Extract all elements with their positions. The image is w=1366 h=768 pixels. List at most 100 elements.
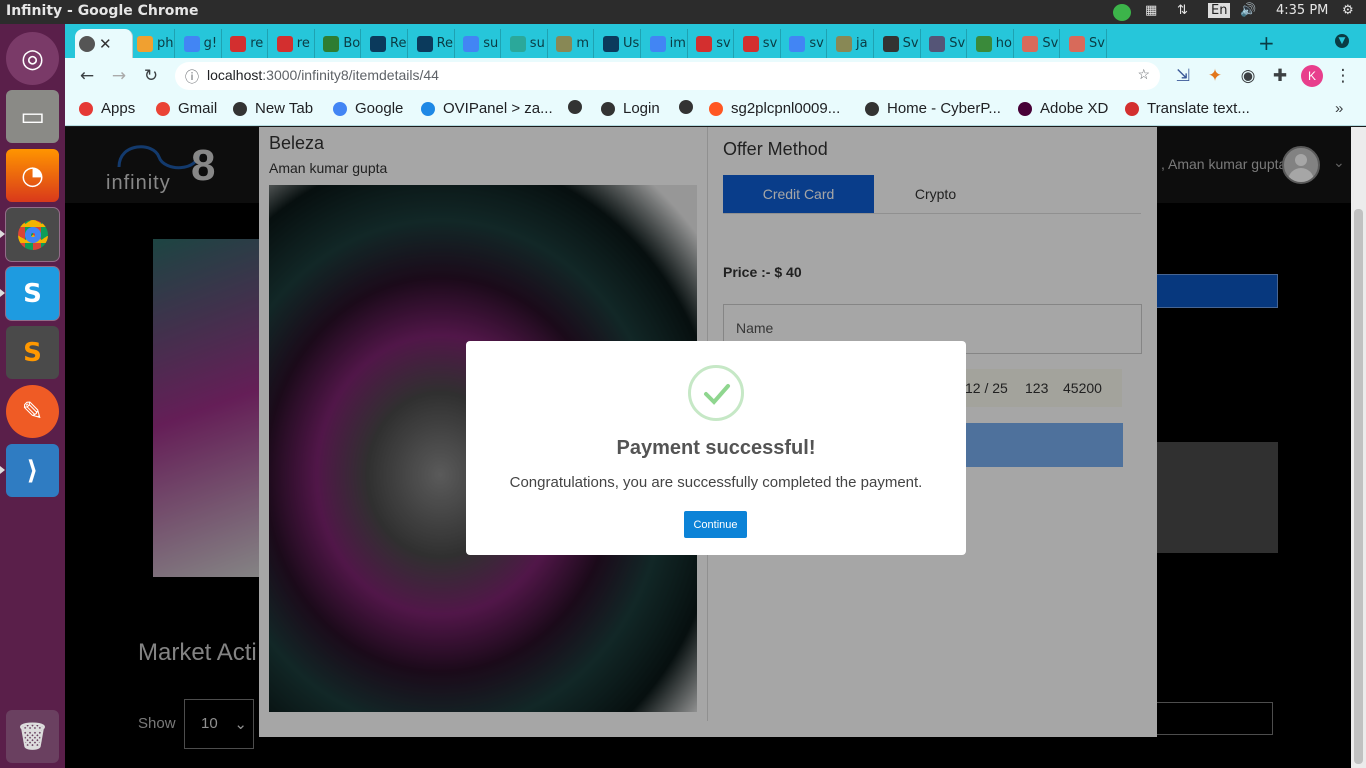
bookmark-item[interactable]: New Tab <box>233 100 313 117</box>
continue-button[interactable]: Continue <box>684 511 747 538</box>
volume-icon[interactable]: 🔊 <box>1240 3 1256 18</box>
browser-tab[interactable]: ja <box>832 29 874 58</box>
reload-icon[interactable]: ↻ <box>141 66 161 86</box>
site-info-icon[interactable]: ⓘ <box>185 67 199 87</box>
chrome-icon[interactable] <box>6 208 59 261</box>
pma-icon <box>137 35 153 52</box>
bookmark-favicon-icon <box>79 101 93 116</box>
browser-tab[interactable]: Re <box>413 29 455 58</box>
tab-search-chevron-icon[interactable]: ▼ <box>1335 34 1349 48</box>
bookmark-label: Adobe XD <box>1040 100 1109 117</box>
bookmarks-overflow-icon[interactable]: » <box>1335 100 1343 117</box>
browser-tab[interactable]: ph <box>133 29 175 58</box>
browser-tab[interactable]: Re <box>366 29 408 58</box>
keyboard-lang-indicator[interactable]: En <box>1208 3 1231 18</box>
tab-label: Sv <box>902 36 919 51</box>
tab-infinity-active[interactable]: ✕ <box>75 29 133 58</box>
tab-label: Us <box>623 36 640 51</box>
tab-label: g! <box>203 36 218 51</box>
tab-label: sv <box>716 36 731 51</box>
ubuntu-dash-icon[interactable]: ◎ <box>6 32 59 85</box>
browser-tab[interactable]: im <box>646 29 688 58</box>
bookmark-item[interactable]: Translate text... <box>1125 100 1250 117</box>
bookmark-item[interactable]: Home - CyberP... <box>865 100 1001 117</box>
bookmark-item[interactable]: OVIPanel > za... <box>421 100 553 117</box>
system-top-panel: Infinity - Google Chrome ▦ ⇅ En 🔊 4:35 P… <box>0 0 1366 24</box>
bookmark-favicon-icon <box>1018 101 1032 116</box>
bookmark-favicon-icon <box>709 101 723 116</box>
browser-tab[interactable]: Sv <box>1065 29 1107 58</box>
browser-tab[interactable]: su <box>506 29 548 58</box>
metamask-icon[interactable]: ✦ <box>1205 66 1225 86</box>
n-icon <box>230 35 247 52</box>
extension-arrow-icon[interactable]: ⇲ <box>1173 66 1193 86</box>
tab-label: Sv <box>1089 36 1105 51</box>
browser-tab[interactable]: sv <box>692 29 735 58</box>
chrome-menu-icon[interactable]: ⋮ <box>1333 66 1353 86</box>
bookmark-item[interactable]: Adobe XD <box>1018 100 1108 117</box>
profile-avatar[interactable]: K <box>1301 65 1323 87</box>
window-title: Infinity - Google Chrome <box>6 3 199 19</box>
bookmark-item[interactable] <box>679 100 701 114</box>
new-tab-button[interactable]: + <box>1258 31 1275 55</box>
browser-tab[interactable]: su <box>459 29 502 58</box>
swirl-icon <box>1069 35 1085 52</box>
url-path: :3000/infinity8/itemdetails/44 <box>262 67 439 83</box>
browser-tab[interactable]: sv <box>739 29 781 58</box>
file-manager-icon[interactable]: ▭ <box>6 90 59 143</box>
m-icon <box>556 35 573 52</box>
address-bar[interactable]: ⓘ localhost:3000/infinity8/itemdetails/4… <box>175 62 1160 90</box>
browser-tab[interactable]: Us <box>599 29 641 58</box>
blob-icon <box>929 35 946 52</box>
page-scrollbar[interactable] <box>1351 127 1366 768</box>
tab-label: re <box>296 36 310 51</box>
browser-tab[interactable]: re <box>273 29 315 58</box>
running-indicator <box>0 466 5 474</box>
bookmark-item[interactable]: sg2plcpnl0009... <box>709 100 840 117</box>
trash-icon[interactable]: 🗑 <box>6 710 59 763</box>
extensions-puzzle-icon[interactable]: ✚ <box>1270 66 1290 86</box>
bookmark-label: sg2plcpnl0009... <box>731 100 841 117</box>
power-gear-icon[interactable]: ⚙ <box>1342 3 1354 18</box>
skype-icon[interactable]: S <box>6 267 59 320</box>
workspaces-icon[interactable]: ▦ <box>1145 3 1157 18</box>
tab-close-icon[interactable]: ✕ <box>99 35 112 53</box>
browser-tab[interactable]: Sv <box>925 29 968 58</box>
vscode-icon[interactable]: ⟩ <box>6 444 59 497</box>
update-check-icon[interactable] <box>1113 4 1131 21</box>
success-check-icon <box>688 365 744 421</box>
browser-tab[interactable]: Sv <box>1018 29 1061 58</box>
firefox-icon[interactable]: ◔ <box>6 149 59 202</box>
bookmark-item[interactable]: Login <box>601 100 660 117</box>
clock[interactable]: 4:35 PM <box>1276 3 1328 18</box>
browser-tab[interactable]: sv <box>785 29 828 58</box>
tab-label: im <box>669 36 686 51</box>
browser-tab[interactable]: Bo <box>319 29 362 58</box>
bookmark-label: OVIPanel > za... <box>443 100 553 117</box>
back-arrow-icon[interactable]: ← <box>77 66 97 86</box>
ubuntu-launcher: ◎ ▭ ◔ S S ✎ ⟩ 🗑 <box>0 24 65 768</box>
bookmark-item[interactable]: Google <box>333 100 403 117</box>
network-icon[interactable]: ⇅ <box>1177 3 1188 18</box>
browser-tab[interactable]: ho <box>972 29 1014 58</box>
forward-arrow-icon[interactable]: → <box>109 66 129 86</box>
browser-tab[interactable]: re <box>226 29 269 58</box>
star-icon <box>509 35 526 52</box>
browser-tab[interactable]: g! <box>180 29 222 58</box>
bookmark-item[interactable]: Gmail <box>156 100 217 117</box>
bookmark-favicon-icon <box>421 101 435 116</box>
tab-label: sv <box>809 36 824 51</box>
bookmark-star-icon[interactable]: ☆ <box>1137 66 1150 83</box>
sublime-text-icon[interactable]: S <box>6 326 59 379</box>
browser-tab[interactable]: Sv <box>879 29 921 58</box>
n-icon <box>742 35 759 52</box>
postman-icon[interactable]: ✎ <box>6 385 59 438</box>
bookmark-item[interactable] <box>568 100 590 114</box>
globe-icon <box>79 35 95 52</box>
browser-tab[interactable]: m <box>552 29 595 58</box>
google-icon <box>789 35 806 52</box>
scrollbar-thumb[interactable] <box>1354 209 1363 764</box>
tab-label: su <box>483 36 499 51</box>
bookmark-item[interactable]: Apps <box>79 100 135 117</box>
screen-capture-icon[interactable]: ◉ <box>1238 66 1258 86</box>
